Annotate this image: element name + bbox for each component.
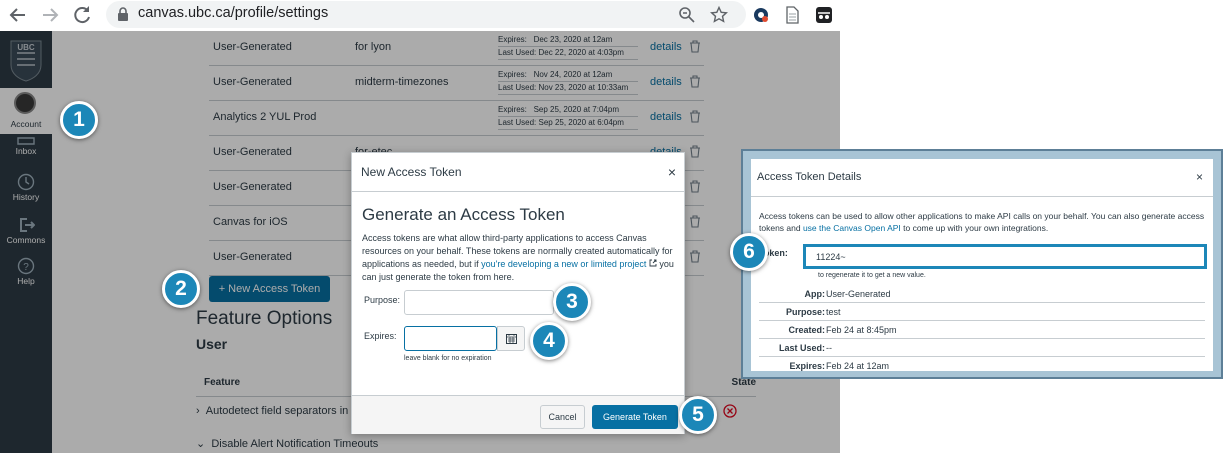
calendar-button[interactable] — [497, 326, 525, 351]
dialog-header: Access Token Details × — [751, 159, 1213, 197]
back-arrow-icon[interactable] — [6, 3, 30, 27]
dialog-description: Access tokens can be used to allow other… — [759, 210, 1209, 234]
expires-input[interactable] — [404, 326, 497, 351]
developing-project-link[interactable]: you're developing a new or limited proje… — [481, 259, 646, 269]
detail-row-created: Created: Feb 24 at 8:45pm — [759, 321, 1205, 339]
external-link-icon — [649, 259, 657, 267]
step-3-badge: 3 — [553, 283, 591, 321]
detail-label: Last Used: — [778, 343, 825, 353]
url-text: canvas.ubc.ca/profile/settings — [138, 5, 329, 21]
forward-arrow-icon[interactable] — [38, 3, 62, 27]
browser-toolbar: canvas.ubc.ca/profile/settings — [0, 0, 840, 31]
detail-value: test — [826, 307, 841, 317]
dialog-header: New Access Token × — [352, 153, 684, 192]
purpose-input[interactable] — [404, 290, 554, 315]
detail-row-purpose: Purpose: test — [759, 303, 1205, 321]
regenerate-hint: to regenerate it to get a new value. — [818, 272, 926, 279]
detail-label: App: — [804, 289, 826, 299]
address-bar[interactable]: canvas.ubc.ca/profile/settings — [106, 1, 746, 28]
detail-label: Expires: — [789, 361, 825, 371]
dialog-title: Access Token Details — [757, 171, 862, 183]
step-5-badge: 5 — [679, 396, 717, 434]
detail-value: Feb 24 at 8:45pm — [826, 325, 897, 335]
dialog-title: New Access Token — [361, 165, 462, 179]
detail-label: Created: — [788, 325, 825, 335]
canvas-open-api-link[interactable]: use the Canvas Open API — [803, 223, 901, 233]
description-text-end: to come up with your own integrations. — [900, 223, 1049, 233]
extension-icon[interactable] — [752, 6, 770, 24]
token-value-box[interactable]: 11224~ — [803, 244, 1207, 269]
detail-value: User-Generated — [826, 289, 891, 299]
new-access-token-dialog: New Access Token × Generate an Access To… — [351, 152, 685, 434]
document-extension-icon[interactable] — [783, 6, 801, 24]
close-icon[interactable]: × — [668, 164, 676, 180]
generate-token-button[interactable]: Generate Token — [592, 405, 678, 429]
dialog-footer: Cancel Generate Token — [352, 395, 684, 434]
access-token-details-dialog: Access Token Details × Access tokens can… — [751, 159, 1213, 371]
dialog-description: Access tokens are what allow third-party… — [362, 232, 676, 284]
detail-row-expires: Expires: Feb 24 at 12am — [759, 357, 1205, 371]
cancel-button[interactable]: Cancel — [540, 405, 585, 429]
expires-hint: leave blank for no expiration — [404, 355, 492, 362]
step-6-badge: 6 — [730, 233, 768, 271]
calendar-icon — [506, 334, 517, 344]
dialog-heading: Generate an Access Token — [362, 205, 565, 224]
detail-row-last-used: Last Used: -- — [759, 339, 1205, 357]
detail-label: Purpose: — [785, 307, 825, 317]
detail-row-app: App: User-Generated — [759, 285, 1205, 303]
zoom-icon[interactable] — [678, 6, 696, 24]
close-icon[interactable]: × — [1196, 170, 1203, 184]
lock-icon — [118, 7, 128, 21]
token-value: 11224~ — [816, 252, 846, 262]
star-bookmark-icon[interactable] — [710, 6, 728, 24]
reload-icon[interactable] — [70, 3, 94, 27]
purpose-label: Purpose: — [364, 295, 401, 305]
detail-value: -- — [826, 343, 832, 353]
incognito-extension-icon[interactable] — [815, 6, 833, 24]
expires-label: Expires: — [364, 331, 397, 341]
detail-value: Feb 24 at 12am — [826, 361, 890, 371]
step-2-badge: 2 — [162, 270, 200, 308]
access-token-details-callout: Access Token Details × Access tokens can… — [741, 149, 1223, 379]
step-1-badge: 1 — [60, 101, 98, 139]
step-4-badge: 4 — [530, 322, 568, 360]
